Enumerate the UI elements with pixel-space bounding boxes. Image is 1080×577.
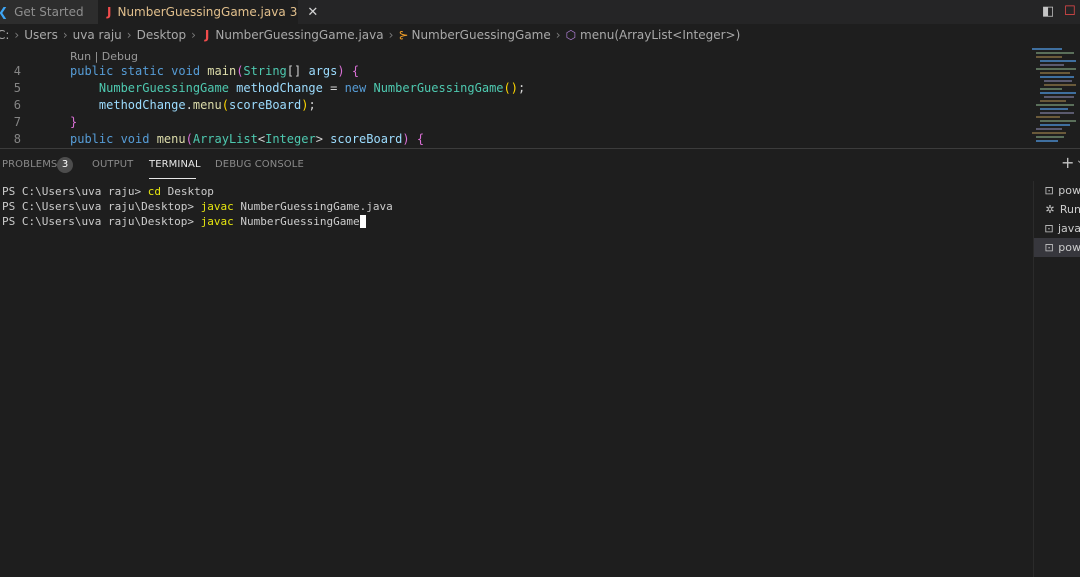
java-file-icon: J bbox=[204, 28, 210, 42]
terminal-cursor bbox=[359, 215, 366, 228]
code-line[interactable]: 7} bbox=[0, 115, 77, 132]
terminal-line: PS C:\Users\uva raju\Desktop> javac Numb… bbox=[2, 215, 366, 230]
terminal-line: PS C:\Users\uva raju\Desktop> javac Numb… bbox=[2, 200, 393, 215]
chevron-right-icon: › bbox=[388, 28, 394, 42]
terminal-list-item[interactable]: ⊡ pow bbox=[1034, 181, 1080, 200]
terminal-args: NumberGuessingGame bbox=[233, 215, 360, 228]
code-token: public void bbox=[70, 132, 157, 146]
breadcrumb-user[interactable]: uva raju bbox=[73, 28, 122, 42]
chevron-right-icon: › bbox=[555, 28, 561, 42]
code-token: String bbox=[243, 64, 287, 78]
tab-terminal[interactable]: TERMINAL bbox=[149, 159, 201, 170]
close-icon[interactable]: ✕ bbox=[307, 5, 318, 20]
terminal-prompt: PS C:\Users\uva raju\Desktop> bbox=[2, 215, 201, 228]
terminal[interactable]: PS C:\Users\uva raju> cd Desktop PS C:\U… bbox=[0, 183, 1033, 577]
chevron-right-icon: › bbox=[14, 28, 20, 42]
code-token: Integer bbox=[265, 132, 316, 146]
terminal-prompt: PS C:\Users\uva raju\Desktop> bbox=[2, 200, 201, 213]
terminal-list-label: pow bbox=[1058, 184, 1080, 197]
code-token: methodChange bbox=[98, 98, 186, 112]
split-editor-icon[interactable]: ◧ bbox=[1042, 4, 1054, 19]
java-file-icon: J bbox=[107, 5, 112, 19]
active-tab-indicator bbox=[149, 178, 196, 179]
code-token: ArrayList bbox=[192, 132, 258, 146]
breadcrumb-users[interactable]: Users bbox=[24, 28, 58, 42]
line-number: 4 bbox=[13, 64, 21, 78]
tab-problem-count: 3 bbox=[289, 5, 298, 19]
tab-label: NumberGuessingGame.java bbox=[117, 5, 286, 19]
line-number: 6 bbox=[13, 98, 21, 112]
code-token: scoreBoard bbox=[228, 98, 302, 112]
tab-debug-console[interactable]: DEBUG CONSOLE bbox=[215, 159, 304, 170]
chevron-right-icon: › bbox=[62, 28, 68, 42]
code-token: methodChange bbox=[228, 81, 323, 95]
tab-number-guessing-game[interactable]: J NumberGuessingGame.java 3 ✕ bbox=[98, 0, 318, 24]
class-icon: ⊱ bbox=[398, 28, 409, 42]
vscode-icon: ❮ bbox=[0, 5, 8, 19]
terminal-command: javac bbox=[200, 200, 234, 213]
code-token: NumberGuessingGame bbox=[98, 81, 229, 95]
terminal-list-item[interactable]: ⊡ pow bbox=[1034, 238, 1080, 257]
problems-count-badge: 3 bbox=[57, 157, 73, 173]
terminal-list-item[interactable]: ✲ Run bbox=[1034, 200, 1080, 219]
terminal-list: ⊡ pow ✲ Run ⊡ java ⊡ pow bbox=[1033, 181, 1080, 577]
terminal-list-label: Run bbox=[1059, 203, 1080, 216]
method-icon: ⬡ bbox=[565, 28, 577, 42]
code-token: menu bbox=[192, 98, 222, 112]
breadcrumb-class[interactable]: NumberGuessingGame bbox=[411, 28, 550, 42]
terminal-prompt: PS C:\Users\uva raju> bbox=[2, 185, 148, 198]
terminal-icon: ⊡ bbox=[1044, 241, 1054, 254]
code-token: menu bbox=[156, 132, 186, 146]
breadcrumb-method[interactable]: menu(ArrayList<Integer>) bbox=[580, 28, 740, 42]
editor-tab-bar: ❮ Get Started J NumberGuessingGame.java … bbox=[0, 0, 1080, 24]
breadcrumb-root[interactable]: C: bbox=[0, 28, 9, 42]
terminal-icon: ⊡ bbox=[1044, 184, 1054, 197]
line-number: 8 bbox=[13, 132, 21, 146]
debug-icon: ✲ bbox=[1045, 203, 1055, 216]
chevron-right-icon: › bbox=[126, 28, 132, 42]
breadcrumb-desktop[interactable]: Desktop bbox=[137, 28, 187, 42]
tab-get-started[interactable]: ❮ Get Started bbox=[0, 0, 98, 24]
tab-output[interactable]: OUTPUT bbox=[92, 159, 133, 170]
minimap[interactable] bbox=[1028, 46, 1080, 148]
add-terminal-icon[interactable]: + bbox=[1061, 153, 1074, 172]
chevron-down-icon[interactable]: ⌄ bbox=[1076, 155, 1080, 166]
terminal-list-label: java bbox=[1057, 222, 1080, 235]
breadcrumb: C: › Users › uva raju › Desktop › J Numb… bbox=[0, 24, 1080, 46]
code-token: NumberGuessingGame bbox=[373, 81, 504, 95]
terminal-command: javac bbox=[200, 215, 234, 228]
line-number: 7 bbox=[13, 115, 21, 129]
terminal-icon: ⊡ bbox=[1044, 222, 1054, 235]
code-editor[interactable]: Run | Debug 4 public static void main(Str… bbox=[0, 46, 1080, 148]
chevron-right-icon: › bbox=[191, 28, 196, 42]
terminal-list-item[interactable]: ⊡ java bbox=[1034, 219, 1080, 238]
breadcrumb-file[interactable]: NumberGuessingGame.java bbox=[215, 28, 383, 42]
code-token: new bbox=[344, 81, 374, 95]
terminal-line: PS C:\Users\uva raju> cd Desktop bbox=[2, 185, 214, 200]
panel-tab-bar: PROBLEMS OUTPUT TERMINAL DEBUG CONSOLE bbox=[0, 149, 1030, 181]
codelens-run-debug[interactable]: Run | Debug bbox=[70, 50, 138, 63]
code-token: [] bbox=[286, 64, 309, 78]
line-number: 5 bbox=[13, 81, 21, 95]
code-token: scoreBoard bbox=[322, 132, 403, 146]
tab-label: Get Started bbox=[14, 5, 84, 19]
tab-problems[interactable]: PROBLEMS bbox=[2, 159, 57, 170]
code-line[interactable]: 4 public static void main(String[] args) … bbox=[0, 64, 359, 81]
code-token: args bbox=[308, 64, 338, 78]
terminal-command: cd bbox=[147, 185, 161, 198]
terminal-args: Desktop bbox=[160, 185, 214, 198]
code-token: main bbox=[207, 64, 237, 78]
code-token: = bbox=[322, 81, 345, 95]
terminal-list-label: pow bbox=[1058, 241, 1080, 254]
code-line[interactable]: 6 methodChange.menu(scoreBoard); bbox=[0, 98, 316, 115]
code-line[interactable]: 5 NumberGuessingGame methodChange = new … bbox=[0, 81, 525, 98]
maximize-icon[interactable]: ☐ bbox=[1064, 4, 1076, 19]
terminal-args: NumberGuessingGame.java bbox=[233, 200, 393, 213]
code-token: public static void bbox=[70, 64, 208, 78]
code-line[interactable]: 8 public void menu(ArrayList<Integer> sco… bbox=[0, 132, 424, 149]
